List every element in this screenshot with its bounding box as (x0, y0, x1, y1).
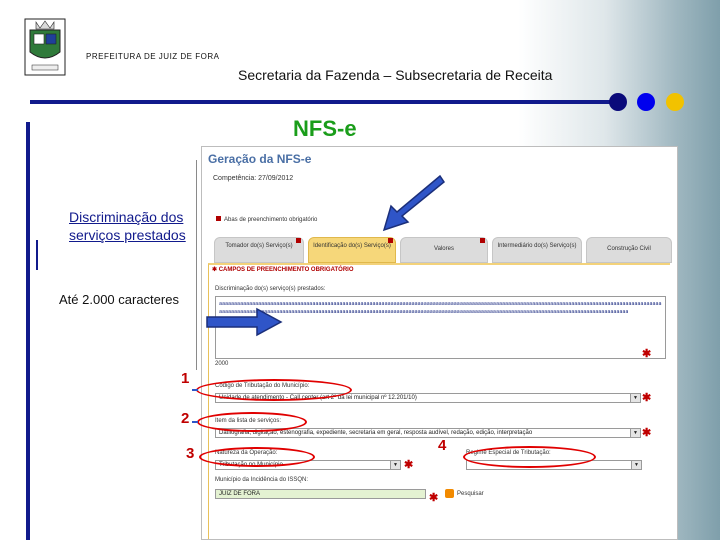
tab-intermediario[interactable]: Intermediário do(s) Serviço(s) (492, 237, 582, 263)
tab-construcao-civil[interactable]: Construção Civil (586, 237, 672, 263)
tab-label: Identificação do(s) Serviço(s) (313, 243, 391, 249)
highlight-oval-item (197, 412, 307, 432)
tab-label: Valores (434, 246, 454, 252)
required-asterisk: ✱ (642, 427, 652, 439)
tab-label: Tomador do(s) Serviço(s) (225, 243, 293, 249)
arrow-icon-pointing-to-textarea (206, 307, 283, 337)
decor-dot-yellow (666, 93, 684, 111)
legend-text: Abas de preenchimento obrigatório (224, 217, 318, 223)
tab-label: Intermediário do(s) Serviço(s) (497, 243, 577, 249)
discriminacao-label: Discriminação do(s) serviço(s) prestados… (215, 286, 326, 292)
highlight-oval-regime (463, 446, 596, 468)
form-title: Geração da NFS-e (208, 152, 312, 166)
tab-tomador[interactable]: Tomador do(s) Serviço(s) (214, 237, 304, 263)
decor-dot-blue (637, 93, 655, 111)
required-flag-icon (296, 238, 301, 243)
tab-valores[interactable]: Valores (400, 237, 488, 263)
competencia-label: Competência: 27/09/2012 (213, 175, 294, 182)
form-tabs: Tomador do(s) Serviço(s) Identificação d… (214, 237, 674, 263)
required-tabs-legend: Abas de preenchimento obrigatório (216, 216, 317, 223)
city-crest-logo (24, 18, 66, 76)
left-divider (26, 122, 30, 540)
callout-number-4: 4 (438, 437, 447, 454)
required-asterisk: ✱ (642, 392, 652, 404)
required-asterisk: ✱ (429, 492, 439, 504)
search-button[interactable]: Pesquisar (445, 489, 484, 498)
character-counter: 2000 (215, 361, 229, 367)
highlight-oval-codigo (196, 379, 352, 401)
tab-label: Construção Civil (607, 246, 651, 252)
left-accent-bar (36, 240, 38, 270)
required-fields-heading: ✱ CAMPOS DE PREENCHIMENTO OBRIGATÓRIO (212, 267, 354, 273)
municipio-incidencia-label: Município da Incidência do ISSQN: (215, 477, 309, 483)
chevron-down-icon[interactable]: ▼ (390, 461, 400, 469)
municipio-incidencia-input[interactable]: JUIZ DE FORA (215, 489, 426, 499)
search-label: Pesquisar (457, 491, 484, 498)
required-asterisk: ✱ (642, 348, 652, 360)
chevron-down-icon[interactable]: ▼ (630, 394, 640, 402)
required-flag-icon (216, 216, 221, 221)
discriminacao-caption: Discriminação dos serviços prestados (69, 209, 186, 243)
chevron-down-icon[interactable]: ▼ (630, 429, 640, 437)
highlight-oval-natureza (199, 447, 315, 467)
required-asterisk: ✱ (404, 459, 414, 471)
panel-separator (196, 160, 197, 370)
char-limit-caption: Até 2.000 caracteres (59, 292, 179, 307)
search-icon (445, 489, 454, 498)
decor-dot-navy (609, 93, 627, 111)
slide-title: NFS-e (293, 116, 357, 141)
arrow-icon-pointing-to-tab (382, 174, 446, 232)
tab-identificacao[interactable]: Identificação do(s) Serviço(s) (308, 237, 396, 263)
required-flag-icon (480, 238, 485, 243)
callout-ticks (192, 389, 198, 423)
required-flag-icon (388, 238, 393, 243)
department-name: Secretaria da Fazenda – Subsecretaria de… (238, 67, 553, 83)
organization-name: PREFEITURA DE JUIZ DE FORA (86, 52, 220, 61)
header-divider (30, 100, 615, 104)
chevron-down-icon[interactable]: ▼ (631, 461, 641, 469)
